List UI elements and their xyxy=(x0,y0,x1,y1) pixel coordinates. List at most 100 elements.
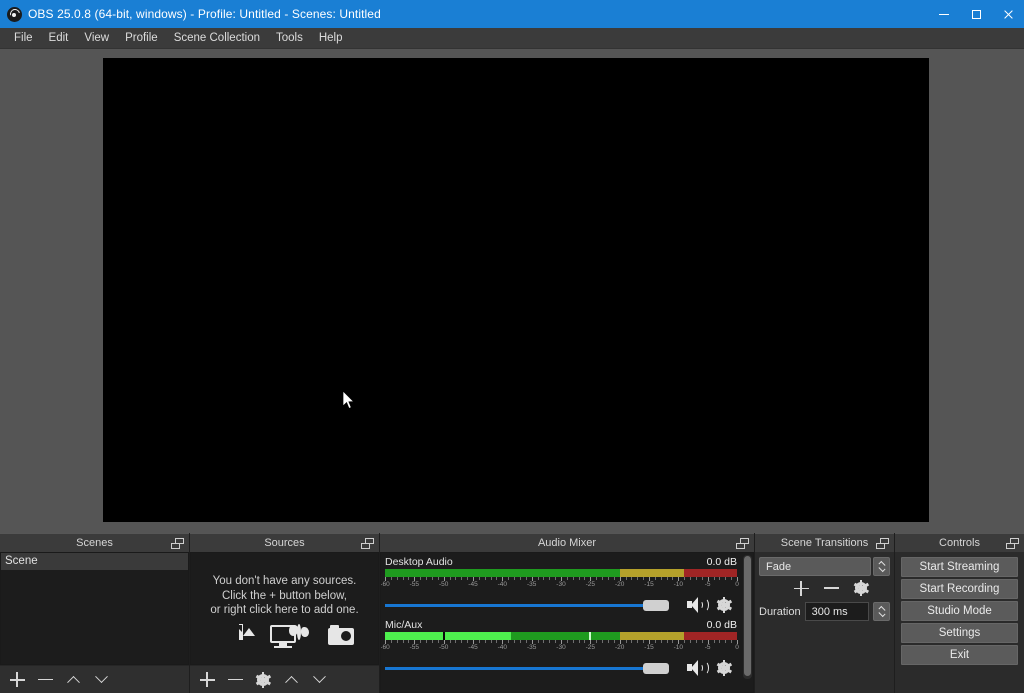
meter-scale-labels: -60 -55 -50 -45 -40 -35 -30 -25 -20 -15 -10 -5 0 xyxy=(381,644,739,653)
remove-scene-button[interactable] xyxy=(32,668,58,692)
meter-scale-label: -45 xyxy=(468,644,478,651)
audio-mixer-dock: Audio Mixer Desktop Audio 0.0 dB -60 -55 -50… xyxy=(380,533,755,693)
mixer-track-db: 0.0 dB xyxy=(706,619,737,631)
speaker-icon[interactable] xyxy=(687,659,709,676)
close-button[interactable] xyxy=(992,0,1024,28)
studio-mode-button[interactable]: Studio Mode xyxy=(901,601,1018,621)
gear-icon xyxy=(716,596,732,613)
sources-dock: Sources You don't have any sources. Clic… xyxy=(190,533,380,693)
plus-icon xyxy=(9,672,25,687)
start-streaming-button[interactable]: Start Streaming xyxy=(901,557,1018,577)
duration-row: Duration 300 ms xyxy=(759,602,890,621)
gear-icon xyxy=(853,580,869,596)
menu-profile[interactable]: Profile xyxy=(117,28,166,49)
scenes-dock-title: Scenes xyxy=(0,533,189,552)
minus-icon xyxy=(227,678,243,681)
maximize-button[interactable] xyxy=(960,0,992,28)
volume-slider-handle[interactable] xyxy=(643,599,670,611)
speaker-icon[interactable] xyxy=(687,596,709,613)
meter-scale-label: 0 xyxy=(735,644,739,651)
undock-icon[interactable] xyxy=(361,538,374,549)
undock-icon[interactable] xyxy=(736,538,749,549)
meter-scale-label: -30 xyxy=(556,581,566,588)
add-scene-button[interactable] xyxy=(4,668,30,692)
volume-slider[interactable] xyxy=(385,596,683,614)
camera-source-icon xyxy=(315,624,354,647)
scene-list[interactable]: Scene xyxy=(0,552,189,665)
meter-scale-label: -25 xyxy=(585,581,596,588)
preview-canvas[interactable] xyxy=(103,58,929,522)
scenes-toolbar xyxy=(0,665,189,693)
chevron-down-icon xyxy=(94,670,108,684)
mixer-track-header: Desktop Audio 0.0 dB xyxy=(385,556,737,568)
transition-select[interactable]: Fade xyxy=(759,557,871,576)
mixer-body-wrap: Desktop Audio 0.0 dB -60 -55 -50 -45 -40 -35 -30… xyxy=(380,552,754,693)
scene-transitions-dock: Scene Transitions Fade Duration 300 ms xyxy=(755,533,895,693)
meter-scale-label: -35 xyxy=(526,644,537,651)
menu-tools[interactable]: Tools xyxy=(268,28,311,49)
minus-icon xyxy=(823,587,839,589)
move-source-down-button[interactable] xyxy=(306,668,332,692)
meter-scale-label: -5 xyxy=(704,644,711,651)
minimize-button[interactable] xyxy=(928,0,960,28)
chevron-down-icon xyxy=(312,670,326,684)
mixer-scrollbar[interactable] xyxy=(743,555,752,679)
remove-source-button[interactable] xyxy=(222,668,248,692)
list-item[interactable]: Scene xyxy=(1,553,188,570)
menu-edit[interactable]: Edit xyxy=(41,28,77,49)
obs-logo-icon xyxy=(0,6,28,22)
sources-body: You don't have any sources. Click the + … xyxy=(190,552,379,693)
menu-scene-collection[interactable]: Scene Collection xyxy=(166,28,268,49)
meter-scale-label: -40 xyxy=(497,644,508,651)
transition-select-row: Fade xyxy=(759,557,890,576)
settings-button[interactable]: Settings xyxy=(901,623,1018,643)
add-source-button[interactable] xyxy=(194,668,220,692)
meter-zone xyxy=(619,632,685,640)
plus-icon xyxy=(793,580,809,596)
meter-scale-label: -45 xyxy=(468,581,478,588)
menu-file[interactable]: File xyxy=(6,28,41,49)
mixer-settings-button[interactable] xyxy=(711,593,737,617)
volume-slider-handle[interactable] xyxy=(643,662,670,674)
undock-icon[interactable] xyxy=(1006,538,1019,549)
mixer-body: Desktop Audio 0.0 dB -60 -55 -50 -45 -40 -35 -30… xyxy=(380,552,754,693)
controls-body: Start Streaming Start Recording Studio M… xyxy=(895,552,1024,693)
start-recording-button[interactable]: Start Recording xyxy=(901,579,1018,599)
menu-view[interactable]: View xyxy=(76,28,117,49)
undock-icon[interactable] xyxy=(876,538,889,549)
move-source-up-button[interactable] xyxy=(278,668,304,692)
title-bar: OBS 25.0.8 (64-bit, windows) - Profile: … xyxy=(0,0,1024,28)
minus-icon xyxy=(37,678,53,681)
mixer-dock-title: Audio Mixer xyxy=(380,533,754,552)
meter-scale-label: -40 xyxy=(497,581,508,588)
transition-properties-button[interactable] xyxy=(848,576,874,600)
window-controls xyxy=(928,0,1024,28)
move-scene-down-button[interactable] xyxy=(88,668,114,692)
source-properties-button[interactable] xyxy=(250,668,276,692)
minimize-icon xyxy=(939,13,949,15)
meter-scale-label: -20 xyxy=(614,581,625,588)
transition-spinner[interactable] xyxy=(873,557,890,576)
duration-input[interactable]: 300 ms xyxy=(804,602,869,621)
mixer-track: Mic/Aux 0.0 dB -60 -55 -50 -45 -40 -35 -30 -25 -20… xyxy=(381,616,753,679)
remove-transition-button[interactable] xyxy=(818,576,844,600)
duration-spinner[interactable] xyxy=(873,602,890,621)
sources-empty-line-1: You don't have any sources. xyxy=(212,575,357,588)
undock-icon[interactable] xyxy=(171,538,184,549)
meter-scale-label: -5 xyxy=(704,581,711,588)
mixer-settings-button[interactable] xyxy=(711,656,737,680)
transitions-title-label: Scene Transitions xyxy=(780,537,869,549)
scrollbar-thumb[interactable] xyxy=(744,556,751,676)
move-scene-up-button[interactable] xyxy=(60,668,86,692)
sources-toolbar xyxy=(190,665,379,693)
exit-button[interactable]: Exit xyxy=(901,645,1018,665)
menu-help[interactable]: Help xyxy=(311,28,351,49)
gear-icon xyxy=(255,671,271,688)
volume-slider[interactable] xyxy=(385,659,683,677)
sources-empty-state[interactable]: You don't have any sources. Click the + … xyxy=(190,552,379,665)
meter-peak-marker xyxy=(589,632,592,640)
preview-area[interactable] xyxy=(0,49,1024,533)
add-transition-button[interactable] xyxy=(788,576,814,600)
mixer-track-db: 0.0 dB xyxy=(706,556,737,568)
chevron-up-icon xyxy=(284,675,298,689)
